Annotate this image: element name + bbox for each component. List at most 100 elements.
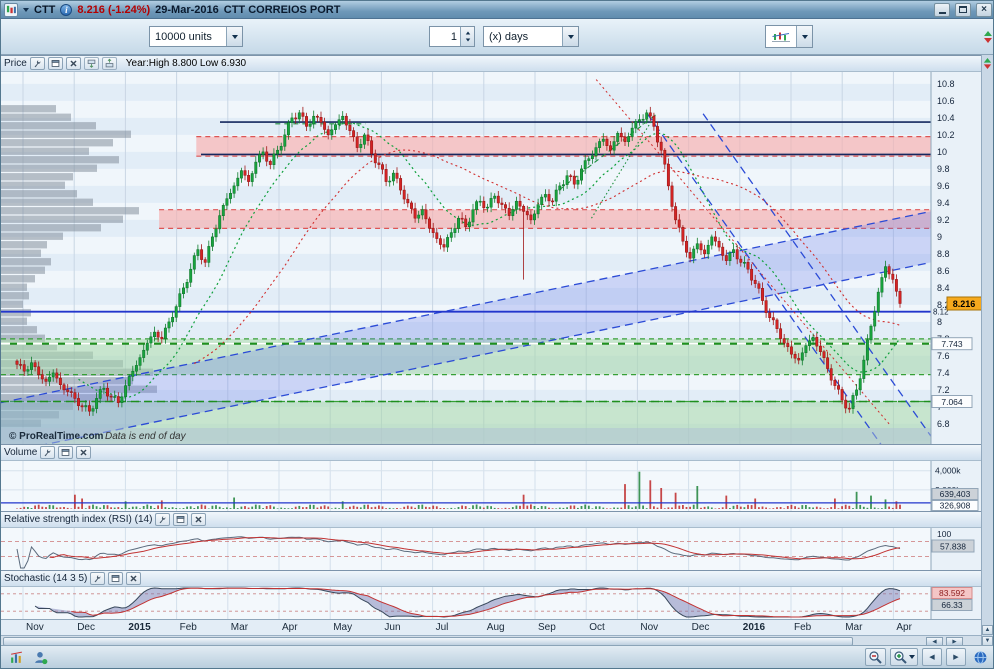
globe-icon[interactable] (970, 648, 990, 666)
maximize-button[interactable] (955, 3, 971, 17)
rsi-panel-header: Relative strength index (RSI) (14) (1, 511, 983, 528)
svg-text:10.4: 10.4 (937, 113, 955, 123)
window-menu-icon[interactable] (23, 8, 29, 12)
svg-text:9.6: 9.6 (937, 181, 950, 191)
arrow-up-icon: ▲ (985, 627, 991, 633)
time-label: Nov (26, 622, 44, 633)
volume-detach-button[interactable] (58, 446, 73, 459)
svg-text:7.6: 7.6 (937, 351, 950, 361)
time-label: Apr (896, 622, 912, 633)
svg-text:66.33: 66.33 (941, 600, 963, 610)
close-button[interactable]: × (976, 3, 992, 17)
rsi-chart-canvas[interactable]: 100 57.838 (1, 528, 983, 570)
interval-unit-select[interactable]: (x) days (483, 26, 579, 47)
price-move-down-button[interactable] (84, 57, 99, 70)
minimize-button[interactable] (934, 3, 950, 17)
stochastic-panel: Stochastic (14 3 5) 83.59266.33 (1, 570, 983, 619)
expand-panel-icon[interactable] (982, 57, 993, 73)
units-select[interactable]: 10000 units (149, 26, 243, 47)
status-bar: ◀ ▶ (1, 645, 994, 668)
interval-unit-value: (x) days (484, 31, 562, 43)
svg-text:326,908: 326,908 (940, 501, 971, 511)
time-label: Oct (589, 622, 605, 633)
symbol-label: CTT (34, 4, 55, 16)
time-label: Mar (231, 622, 248, 633)
scroll-up-button[interactable]: ▲ (982, 625, 993, 635)
price-plot (1, 72, 945, 444)
sidebar-toggle-icon[interactable] (982, 30, 994, 44)
price-detach-button[interactable] (48, 57, 63, 70)
time-axis: NovDec2015FebMarAprMayJunJulAugSepOctNov… (1, 619, 983, 635)
zoom-out-button[interactable] (865, 648, 886, 666)
stochastic-chart-canvas[interactable]: 83.59266.33 (1, 587, 983, 619)
stochastic-detach-button[interactable] (108, 572, 123, 585)
maximize-icon (959, 6, 967, 13)
price-panel: Price Year:High 8.800 Low 6.930 © ProRea… (1, 55, 983, 444)
arrow-down-icon: ▼ (985, 638, 991, 644)
window-titlebar[interactable]: CTT i 8.216 (-1.24%) 29-Mar-2016 CTT COR… (1, 1, 994, 19)
svg-text:7.4: 7.4 (937, 368, 950, 378)
right-scroll-strip[interactable]: ▲ ▼ (981, 55, 993, 647)
svg-text:9: 9 (937, 232, 942, 242)
pan-right-button[interactable]: ▶ (946, 648, 966, 666)
time-label: Feb (794, 622, 811, 633)
price-panel-title: Price (4, 58, 27, 69)
time-label: Dec (692, 622, 710, 633)
interval-spinner[interactable]: 1 (429, 26, 475, 47)
volume-panel-title: Volume (4, 447, 37, 458)
rsi-close-button[interactable] (191, 513, 206, 526)
app-icon[interactable] (4, 3, 18, 17)
svg-text:4,000k: 4,000k (935, 466, 961, 476)
stochastic-settings-button[interactable] (90, 572, 105, 585)
chart-type-button[interactable] (765, 25, 813, 48)
stochastic-panel-title: Stochastic (14 3 5) (4, 573, 87, 584)
price-settings-button[interactable] (30, 57, 45, 70)
svg-text:57.838: 57.838 (940, 542, 966, 552)
volume-panel: Volume 4,000k2,000k639,403326,908 (1, 444, 983, 511)
user-profile-icon[interactable] (30, 648, 50, 666)
rsi-panel-title: Relative strength index (RSI) (14) (4, 514, 152, 525)
volume-panel-header: Volume (1, 444, 983, 461)
zoom-in-button[interactable] (890, 648, 918, 666)
rsi-settings-button[interactable] (155, 513, 170, 526)
rsi-panel: Relative strength index (RSI) (14) 100 57… (1, 511, 983, 570)
svg-text:9.2: 9.2 (937, 215, 950, 225)
chart-type-dropdown-icon[interactable] (796, 26, 812, 47)
svg-text:9.4: 9.4 (937, 198, 950, 208)
quote-date: 29-Mar-2016 (155, 4, 219, 16)
interval-dropdown-icon[interactable] (562, 27, 578, 46)
svg-text:Data is end of day: Data is end of day (105, 431, 187, 442)
pan-left-icon: ◀ (929, 653, 934, 661)
time-label: Jun (384, 622, 400, 633)
svg-text:7.2: 7.2 (937, 385, 950, 395)
svg-text:8.8: 8.8 (937, 249, 950, 259)
svg-text:100: 100 (937, 529, 951, 539)
info-icon[interactable]: i (60, 4, 72, 16)
time-label: Mar (845, 622, 862, 633)
price-chart-canvas[interactable]: © ProRealTime.comData is end of day10.81… (1, 72, 983, 444)
volume-settings-button[interactable] (40, 446, 55, 459)
indicators-icon[interactable] (6, 648, 26, 666)
svg-text:9.8: 9.8 (937, 164, 950, 174)
interval-value: 1 (430, 27, 460, 46)
stochastic-close-button[interactable] (126, 572, 141, 585)
volume-close-button[interactable] (76, 446, 91, 459)
pan-left-button[interactable]: ◀ (922, 648, 942, 666)
price-panel-header: Price Year:High 8.800 Low 6.930 (1, 55, 983, 72)
volume-chart-canvas[interactable]: 4,000k2,000k639,403326,908 (1, 461, 983, 511)
svg-text:8: 8 (937, 317, 942, 327)
app-window: CTT i 8.216 (-1.24%) 29-Mar-2016 CTT COR… (0, 0, 994, 669)
price-close-button[interactable] (66, 57, 81, 70)
chart-type-icon (766, 26, 796, 47)
spinner-arrows-icon[interactable] (460, 27, 474, 46)
svg-text:8.6: 8.6 (937, 266, 950, 276)
time-label: Jul (436, 622, 449, 633)
rsi-detach-button[interactable] (173, 513, 188, 526)
svg-text:10.6: 10.6 (937, 96, 955, 106)
svg-text:7.743: 7.743 (941, 339, 963, 349)
price-move-up-button[interactable] (102, 57, 117, 70)
units-dropdown-icon[interactable] (226, 27, 242, 46)
minimize-icon (939, 12, 946, 14)
time-label: Dec (77, 622, 95, 633)
zoom-mode-dropdown-icon[interactable] (909, 655, 915, 659)
